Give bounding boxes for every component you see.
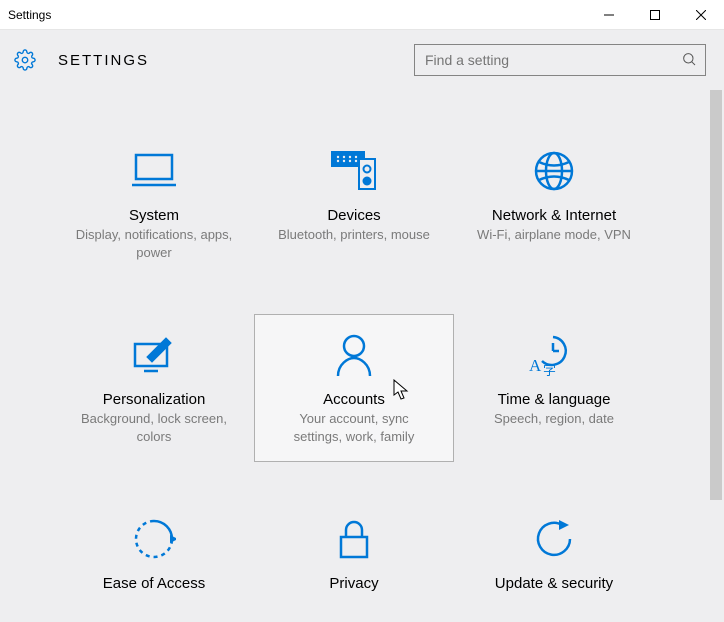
tile-time-language[interactable]: A 字 Time & language Speech, region, date (454, 314, 654, 462)
tile-subtitle: Your account, sync settings, work, famil… (274, 410, 434, 445)
tile-privacy[interactable]: Privacy (254, 498, 454, 611)
close-button[interactable] (678, 0, 724, 30)
search-box[interactable] (414, 44, 706, 76)
tile-subtitle: Wi-Fi, airplane mode, VPN (477, 226, 631, 244)
tile-title: Privacy (329, 575, 378, 592)
header: SETTINGS (0, 30, 724, 90)
maximize-button[interactable] (632, 0, 678, 30)
svg-text:A: A (529, 356, 542, 375)
tile-title: Time & language (498, 391, 611, 408)
lock-icon (336, 511, 372, 567)
tile-network[interactable]: Network & Internet Wi-Fi, airplane mode,… (454, 130, 654, 278)
search-input[interactable] (425, 52, 681, 68)
ease-of-access-icon (132, 511, 176, 567)
tile-title: Network & Internet (492, 207, 616, 224)
page-title: SETTINGS (58, 52, 414, 69)
gear-icon (14, 49, 36, 71)
person-icon (334, 327, 374, 383)
display-icon (130, 143, 178, 199)
search-icon (681, 51, 697, 70)
tile-title: Ease of Access (103, 575, 206, 592)
tile-subtitle: Bluetooth, printers, mouse (278, 226, 430, 244)
tiles-grid: System Display, notifications, apps, pow… (54, 130, 654, 611)
minimize-button[interactable] (586, 0, 632, 30)
scrollbar[interactable] (708, 90, 724, 622)
window-controls (586, 0, 724, 30)
tiles-viewport: System Display, notifications, apps, pow… (0, 90, 708, 622)
content: SETTINGS System Display, notifi (0, 30, 724, 622)
tile-devices[interactable]: Devices Bluetooth, printers, mouse (254, 130, 454, 278)
tile-title: Personalization (103, 391, 206, 408)
tile-system[interactable]: System Display, notifications, apps, pow… (54, 130, 254, 278)
devices-icon (329, 143, 379, 199)
titlebar: Settings (0, 0, 724, 30)
tile-title: Accounts (323, 391, 385, 408)
globe-icon (532, 143, 576, 199)
tile-subtitle: Background, lock screen, colors (74, 410, 234, 445)
svg-text:字: 字 (543, 363, 556, 377)
time-language-icon: A 字 (529, 327, 579, 383)
tile-title: Update & security (495, 575, 613, 592)
tile-update-security[interactable]: Update & security (454, 498, 654, 611)
tile-subtitle: Display, notifications, apps, power (74, 226, 234, 261)
tile-personalization[interactable]: Personalization Background, lock screen,… (54, 314, 254, 462)
scrollbar-thumb[interactable] (710, 90, 722, 500)
tile-title: Devices (327, 207, 380, 224)
window-title: Settings (0, 8, 586, 22)
tile-subtitle: Speech, region, date (494, 410, 614, 428)
tile-ease-of-access[interactable]: Ease of Access (54, 498, 254, 611)
tile-accounts[interactable]: Accounts Your account, sync settings, wo… (254, 314, 454, 462)
tile-title: System (129, 207, 179, 224)
update-icon (532, 511, 576, 567)
personalization-icon (130, 327, 178, 383)
